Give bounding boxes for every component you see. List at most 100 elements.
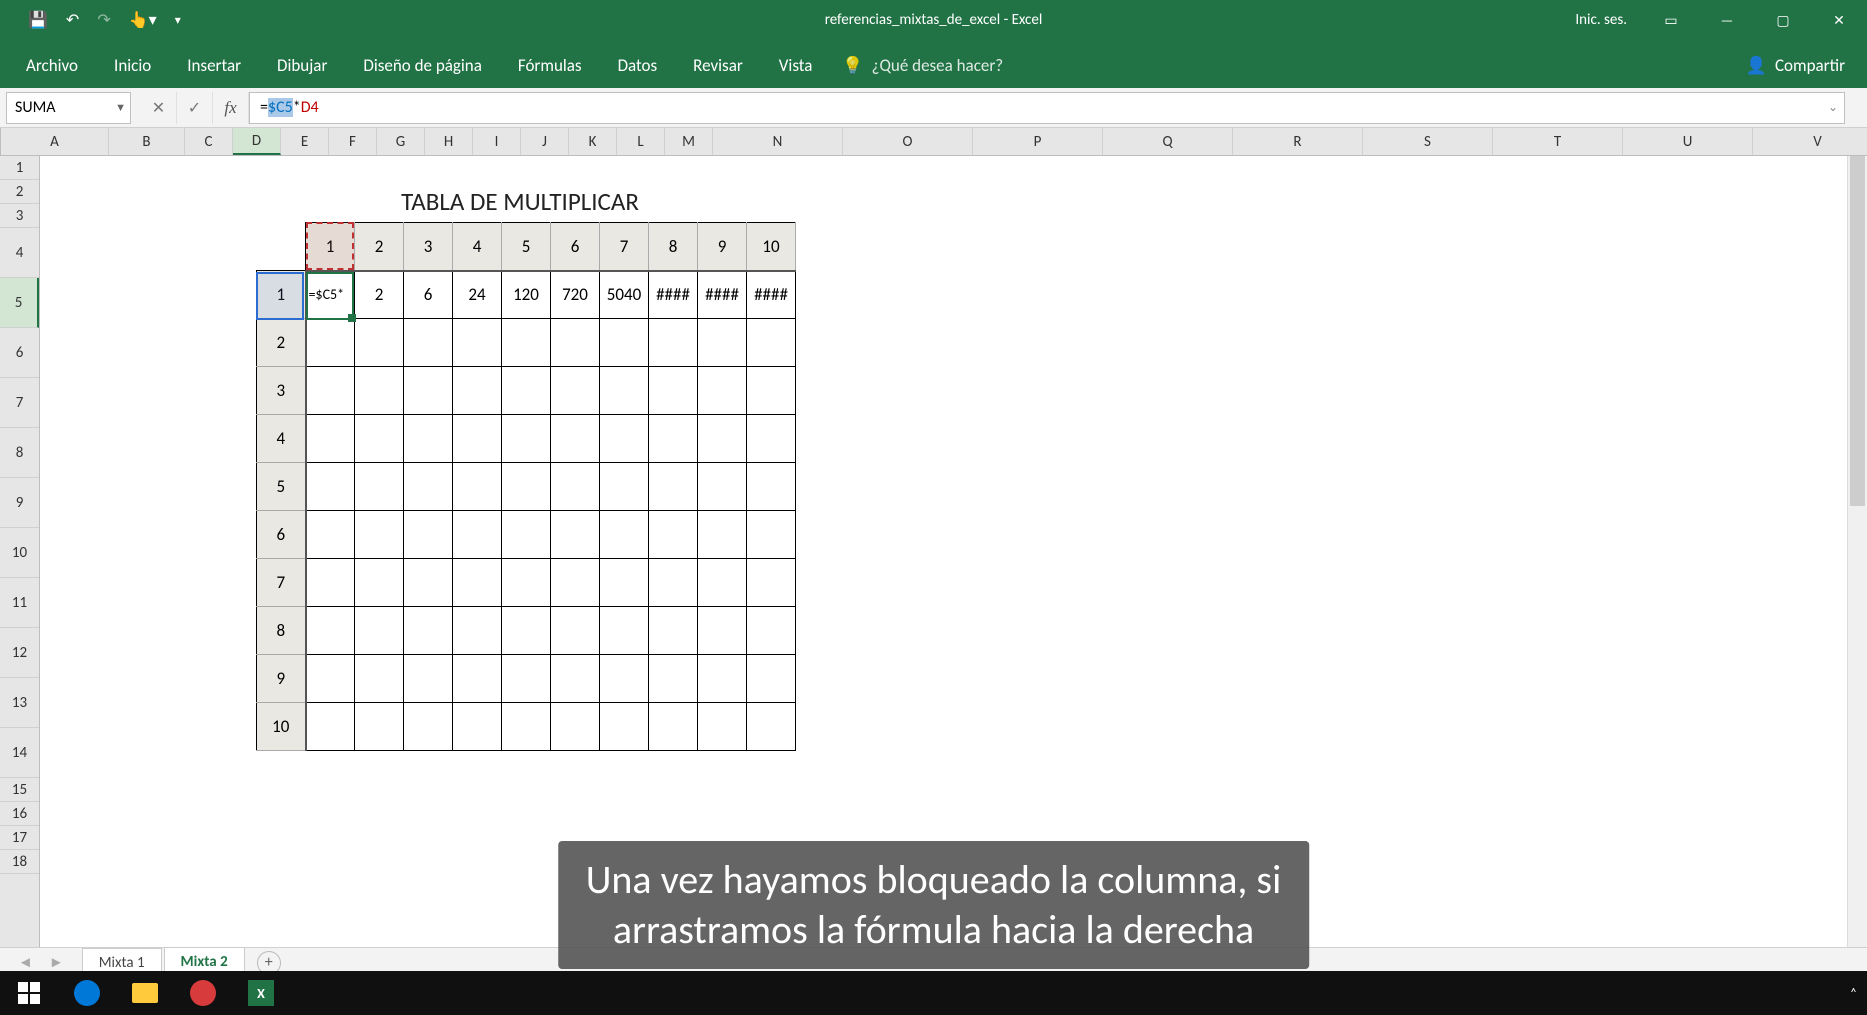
table-cell[interactable] <box>551 559 600 607</box>
redo-icon[interactable]: ↷ <box>97 10 110 30</box>
table-cell[interactable] <box>306 415 355 463</box>
table-cell[interactable] <box>747 367 796 415</box>
share-button[interactable]: 👤 Compartir <box>1724 45 1867 88</box>
tab-archivo[interactable]: Archivo <box>8 45 96 88</box>
table-cell[interactable] <box>355 319 404 367</box>
table-cell[interactable] <box>502 655 551 703</box>
table-cell[interactable]: 120 <box>502 271 551 319</box>
column-header[interactable]: Q <box>1103 128 1233 155</box>
table-cell[interactable] <box>453 655 502 703</box>
column-header[interactable]: C <box>185 128 233 155</box>
table-cell[interactable] <box>453 367 502 415</box>
maximize-button[interactable]: ▢ <box>1755 0 1811 40</box>
table-cell[interactable] <box>747 559 796 607</box>
table-cell[interactable] <box>649 607 698 655</box>
close-button[interactable]: ✕ <box>1811 0 1867 40</box>
table-cell[interactable]: 720 <box>551 271 600 319</box>
table-cell[interactable] <box>306 559 355 607</box>
table-cell[interactable] <box>306 511 355 559</box>
table-cell[interactable] <box>453 559 502 607</box>
row-header[interactable]: 16 <box>0 802 39 826</box>
file-explorer-icon[interactable] <box>116 971 174 1015</box>
row-header[interactable]: 8 <box>0 428 39 478</box>
tab-datos[interactable]: Datos <box>600 45 676 88</box>
table-cell[interactable] <box>649 511 698 559</box>
table-cell[interactable] <box>453 703 502 751</box>
table-cell[interactable] <box>404 655 453 703</box>
insert-function-button[interactable]: fx <box>213 92 249 124</box>
row-header[interactable]: 12 <box>0 628 39 678</box>
formula-input[interactable]: =$C5*D4 ⌄ <box>249 92 1845 124</box>
confirm-formula-button[interactable]: ✓ <box>177 92 213 124</box>
row-header[interactable]: 17 <box>0 826 39 850</box>
table-cell[interactable] <box>698 319 747 367</box>
table-cell[interactable] <box>502 559 551 607</box>
column-header[interactable]: D <box>233 128 281 155</box>
edge-icon[interactable] <box>58 971 116 1015</box>
table-cell[interactable] <box>698 415 747 463</box>
row-header[interactable]: 10 <box>0 528 39 578</box>
name-box-dropdown-icon[interactable]: ▼ <box>115 101 126 114</box>
table-cell[interactable] <box>600 511 649 559</box>
table-cell[interactable] <box>649 367 698 415</box>
table-cell[interactable]: 24 <box>453 271 502 319</box>
table-cell[interactable] <box>306 319 355 367</box>
column-header[interactable]: B <box>109 128 185 155</box>
table-cell[interactable] <box>355 511 404 559</box>
table-cell[interactable] <box>502 511 551 559</box>
save-icon[interactable]: 💾 <box>28 10 48 30</box>
table-cell[interactable] <box>355 559 404 607</box>
table-cell[interactable] <box>355 367 404 415</box>
table-cell[interactable] <box>502 415 551 463</box>
sign-in-button[interactable]: Inic. ses. <box>1559 11 1643 29</box>
tell-me-search[interactable]: 💡 ¿Qué desea hacer? <box>830 45 1015 88</box>
table-cell[interactable]: =$C5* <box>306 271 355 319</box>
table-cell[interactable] <box>355 703 404 751</box>
table-cell[interactable] <box>698 703 747 751</box>
column-header[interactable]: T <box>1493 128 1623 155</box>
table-cell[interactable]: #### <box>649 271 698 319</box>
tab-dibujar[interactable]: Dibujar <box>259 45 345 88</box>
table-cell[interactable] <box>551 511 600 559</box>
cells-area[interactable]: TABLA DE MULTIPLICAR 123456789101=$C5*26… <box>40 156 1867 947</box>
sheet-nav-arrows[interactable]: ◄► <box>0 954 82 972</box>
undo-icon[interactable]: ↶ <box>66 10 79 30</box>
table-cell[interactable] <box>453 319 502 367</box>
table-cell[interactable] <box>306 607 355 655</box>
table-cell[interactable] <box>698 607 747 655</box>
table-cell[interactable] <box>355 463 404 511</box>
table-cell[interactable] <box>649 559 698 607</box>
column-header[interactable]: E <box>281 128 329 155</box>
table-cell[interactable] <box>600 319 649 367</box>
table-cell[interactable] <box>698 655 747 703</box>
table-cell[interactable] <box>502 463 551 511</box>
table-cell[interactable] <box>404 511 453 559</box>
column-header[interactable]: O <box>843 128 973 155</box>
column-header[interactable]: F <box>329 128 377 155</box>
table-cell[interactable] <box>502 319 551 367</box>
table-cell[interactable] <box>453 607 502 655</box>
column-header[interactable]: H <box>425 128 473 155</box>
table-cell[interactable] <box>600 703 649 751</box>
table-cell[interactable] <box>404 367 453 415</box>
table-cell[interactable] <box>355 415 404 463</box>
row-header[interactable]: 4 <box>0 228 39 278</box>
table-cell[interactable] <box>600 463 649 511</box>
table-cell[interactable] <box>649 703 698 751</box>
tab-inicio[interactable]: Inicio <box>96 45 169 88</box>
table-cell[interactable] <box>404 703 453 751</box>
tab-formulas[interactable]: Fórmulas <box>500 45 600 88</box>
column-header[interactable]: I <box>473 128 521 155</box>
table-cell[interactable] <box>747 319 796 367</box>
minimize-button[interactable]: — <box>1699 0 1755 40</box>
cancel-formula-button[interactable]: ✕ <box>141 92 177 124</box>
column-header[interactable]: G <box>377 128 425 155</box>
tray-chevron-icon[interactable]: ˄ <box>1850 986 1857 1001</box>
column-header[interactable]: P <box>973 128 1103 155</box>
row-header[interactable]: 11 <box>0 578 39 628</box>
table-cell[interactable] <box>306 367 355 415</box>
row-header[interactable]: 13 <box>0 678 39 728</box>
select-all-corner[interactable] <box>0 128 1 155</box>
column-header[interactable]: U <box>1623 128 1753 155</box>
row-header[interactable]: 15 <box>0 778 39 802</box>
